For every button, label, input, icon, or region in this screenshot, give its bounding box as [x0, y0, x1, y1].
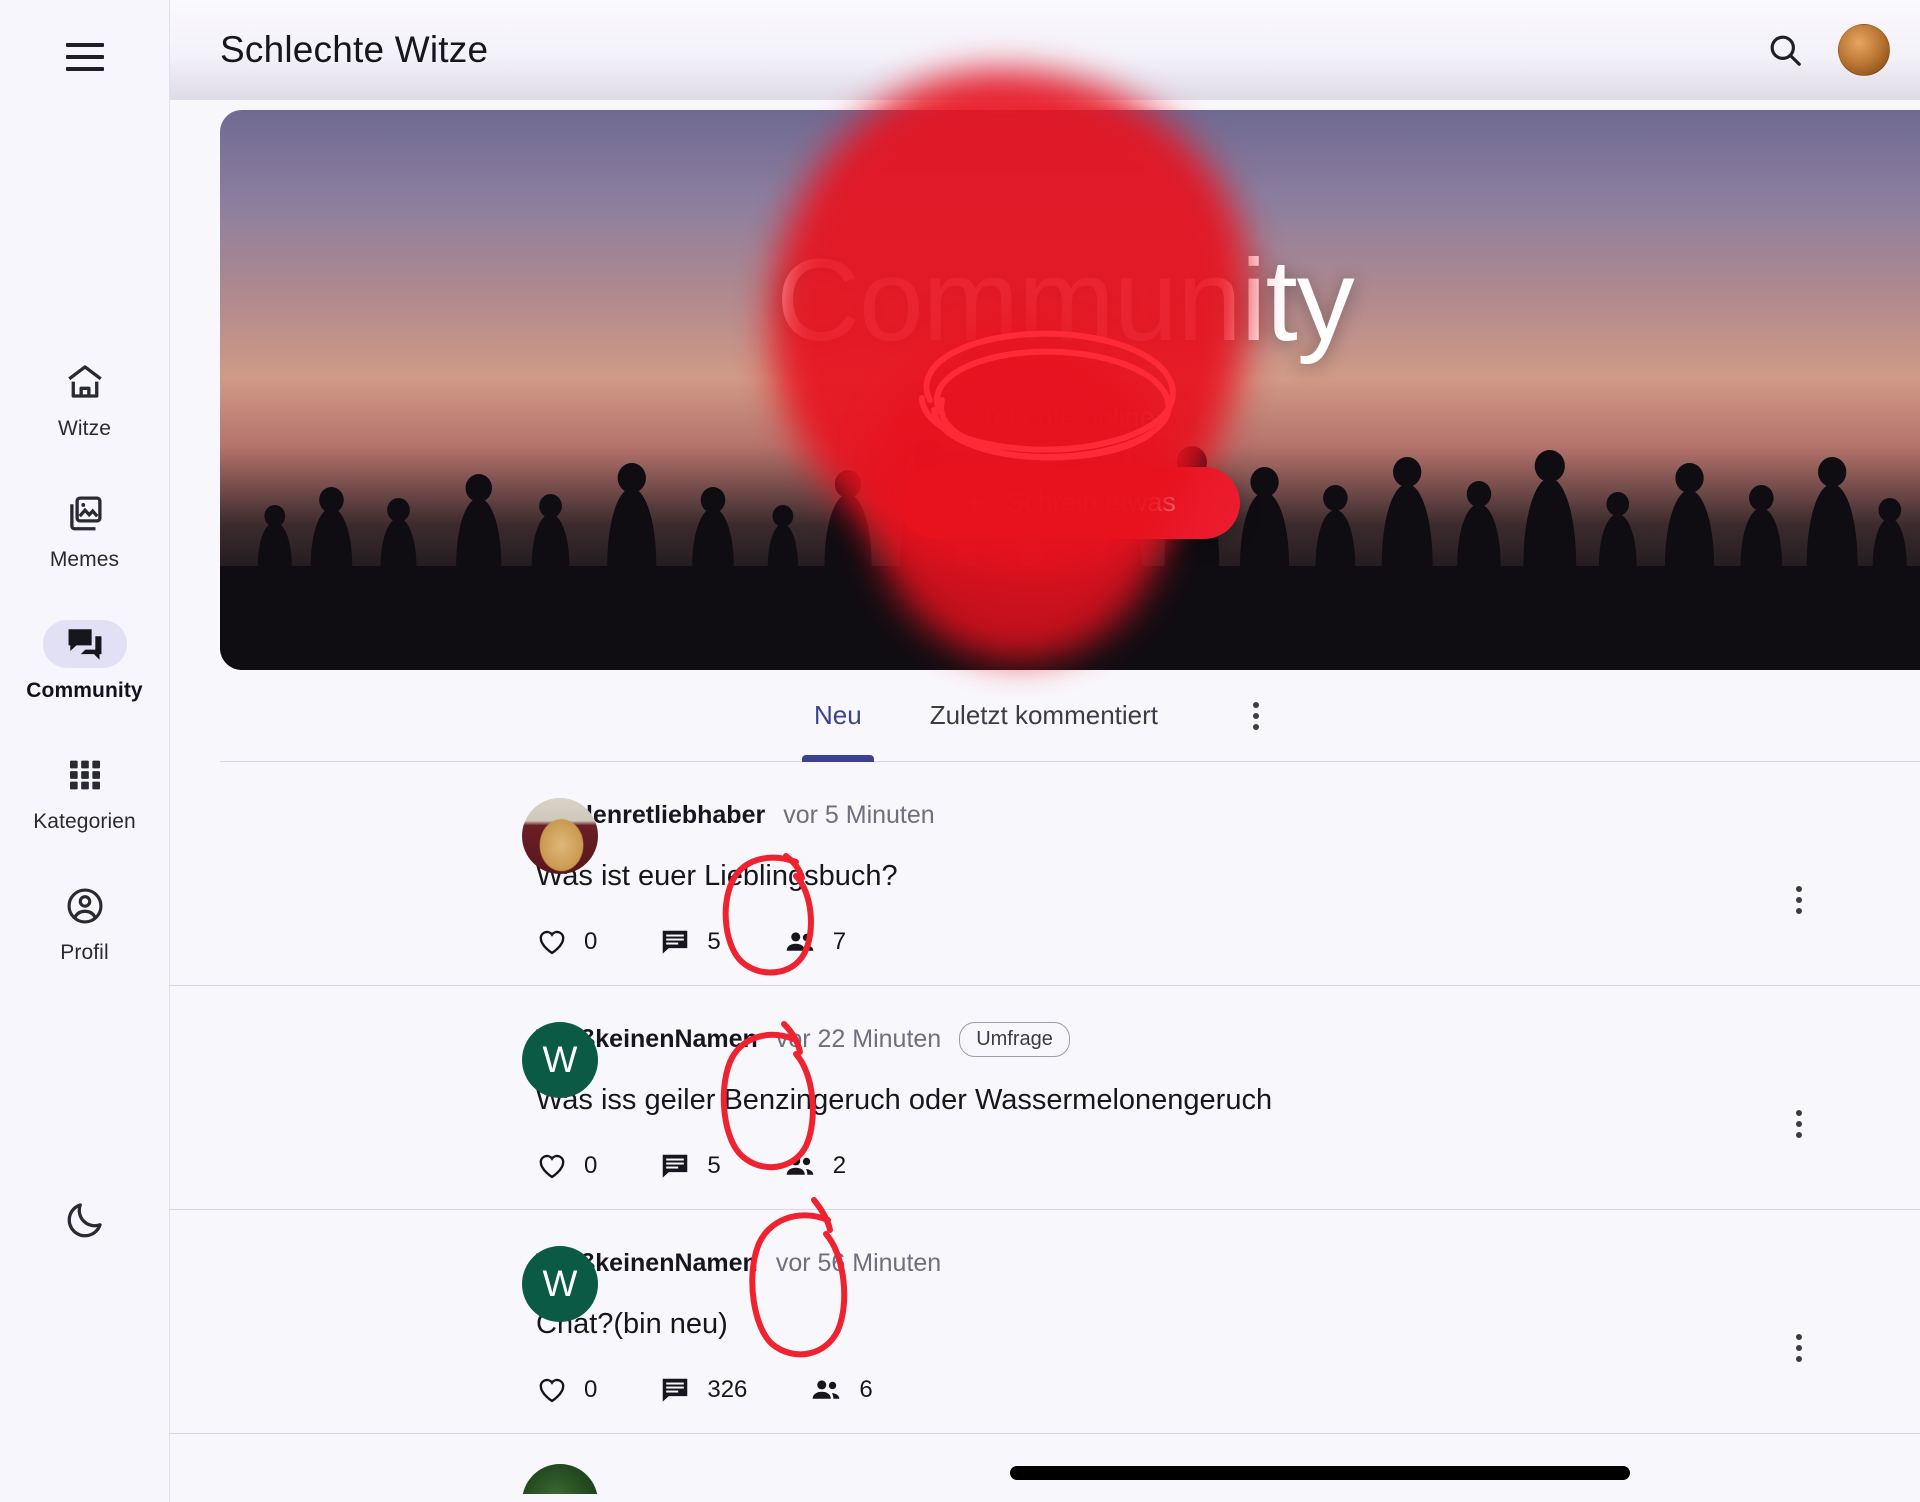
search-icon[interactable] — [1760, 25, 1810, 75]
comment-icon — [663, 1378, 688, 1402]
sidebar-item-label: Kategorien — [33, 810, 136, 833]
tab-neu[interactable]: Neu — [780, 670, 896, 762]
participants-count: 2 — [832, 1152, 847, 1179]
sidebar-nav: Witze Memes Community Kategorien Profil — [0, 358, 169, 965]
image-collection-icon — [43, 489, 127, 537]
plus-icon: + — [964, 483, 985, 522]
post-body: Goldenretliebhaber vor 5 Minuten Was ist… — [480, 796, 1800, 959]
sidebar-item-community[interactable]: Community — [0, 620, 169, 703]
more-vertical-icon[interactable] — [1226, 686, 1286, 746]
account-circle-icon — [43, 882, 127, 930]
like-count: 0 — [584, 928, 598, 955]
page-title: Schlechte Witze — [220, 29, 489, 70]
sidebar-item-profil[interactable]: Profil — [0, 882, 169, 965]
hero-title: Community — [776, 234, 1355, 365]
people-icon — [786, 1156, 814, 1175]
home-icon — [43, 358, 127, 406]
post-body: WeißkeinenNamen vor 56 Minuten Chat?(bin… — [480, 1244, 1800, 1407]
heart-icon — [539, 930, 565, 955]
comment-count: 326 — [707, 1376, 748, 1403]
avatar[interactable] — [522, 1464, 598, 1494]
online-count-label: 9 Leute online — [985, 401, 1155, 432]
comment-action[interactable]: 326 — [659, 1374, 747, 1406]
avatar[interactable]: W — [522, 1246, 598, 1322]
more-vertical-icon[interactable] — [1796, 885, 1802, 914]
comment-action[interactable]: 5 — [659, 1150, 721, 1182]
post-item[interactable]: Goldenretliebhaber vor 5 Minuten Was ist… — [170, 762, 1920, 986]
post-header: WeißkeinenNamen vor 22 Minuten Umfrage — [536, 1020, 1800, 1058]
post-timestamp: vor 5 Minuten — [783, 800, 935, 829]
write-post-label: Schreib etwas — [1006, 487, 1176, 517]
post-item[interactable]: W WeißkeinenNamen vor 22 Minuten Umfrage… — [170, 986, 1920, 1210]
post-actions: 0 326 6 — [536, 1373, 1800, 1407]
sidebar-item-witze[interactable]: Witze — [0, 358, 169, 441]
sidebar-item-memes[interactable]: Memes — [0, 489, 169, 572]
horizontal-scrollbar[interactable] — [1010, 1466, 1630, 1480]
hamburger-bar — [65, 67, 104, 71]
avatar-initial: W — [542, 1039, 578, 1080]
more-vertical-icon[interactable] — [1796, 1333, 1802, 1362]
avatar[interactable] — [1838, 24, 1890, 76]
status-badge: Umfrage — [959, 1021, 1070, 1057]
avatar[interactable] — [522, 798, 598, 874]
participants-count: 7 — [832, 928, 847, 955]
hero-banner: Community 9 Leute online + Schreib etwas — [220, 110, 1920, 670]
grid-apps-icon — [43, 751, 127, 799]
sidebar-item-label: Profil — [60, 941, 109, 964]
like-action[interactable]: 0 — [536, 1150, 597, 1182]
like-action[interactable]: 0 — [536, 1374, 597, 1406]
participants-count: 6 — [859, 1376, 873, 1403]
write-post-button[interactable]: + Schreib etwas — [900, 466, 1240, 539]
chat-bubbles-icon — [42, 620, 127, 668]
post-text: Chat?(bin neu) — [536, 1308, 728, 1340]
sidebar-item-label: Community — [26, 679, 143, 702]
like-count: 0 — [584, 1376, 598, 1403]
sidebar-item-label: Witze — [58, 417, 111, 440]
post-text: Was ist euer Lieblingsbuch? — [536, 860, 898, 892]
post-feed: Goldenretliebhaber vor 5 Minuten Was ist… — [170, 762, 1920, 1494]
comment-icon — [663, 930, 688, 954]
avatar-initial: W — [542, 1263, 578, 1304]
hero-content: Community 9 Leute online + Schreib etwas — [220, 110, 1920, 670]
post-item[interactable]: W WeißkeinenNamen vor 56 Minuten Chat?(b… — [170, 1210, 1920, 1434]
sidebar-item-kategorien[interactable]: Kategorien — [0, 751, 169, 834]
participants-action[interactable]: 2 — [783, 1149, 846, 1183]
post-header: Goldenretliebhaber vor 5 Minuten — [536, 796, 1800, 834]
sidebar-item-label: Memes — [49, 548, 120, 571]
app-root: Witze Memes Community Kategorien Profil … — [0, 0, 1920, 1502]
participants-action[interactable]: 6 — [809, 1373, 873, 1407]
comment-icon — [663, 1154, 688, 1178]
hamburger-bar — [65, 43, 104, 47]
more-vertical-icon[interactable] — [1796, 1109, 1802, 1138]
post-timestamp: vor 22 Minuten — [775, 1024, 942, 1053]
post-header: WeißkeinenNamen vor 56 Minuten — [536, 1244, 1800, 1282]
hero-wrapper: Community 9 Leute online + Schreib etwas — [170, 100, 1920, 670]
post-item[interactable] — [170, 1434, 1920, 1494]
heart-icon — [539, 1378, 565, 1403]
post-text: Was iss geiler Benzingeruch oder Wasserm… — [536, 1084, 1273, 1116]
people-icon — [786, 932, 814, 951]
post-timestamp: vor 56 Minuten — [775, 1248, 942, 1277]
post-actions: 0 5 — [536, 1149, 1800, 1183]
feed-tabs: Neu Zuletzt kommentiert — [220, 670, 1920, 762]
dark-mode-moon-icon[interactable] — [0, 1198, 169, 1242]
sidebar: Witze Memes Community Kategorien Profil — [0, 0, 170, 1502]
like-count: 0 — [584, 1152, 598, 1179]
topbar-actions — [1760, 24, 1890, 76]
tab-zuletzt-kommentiert[interactable]: Zuletzt kommentiert — [896, 670, 1192, 762]
people-icon — [813, 1380, 840, 1399]
like-action[interactable]: 0 — [536, 926, 597, 958]
comment-count: 5 — [707, 1152, 721, 1179]
main-content: Schlechte Witze Community 9 Leute online… — [170, 0, 1920, 1502]
participants-action[interactable]: 7 — [783, 925, 846, 959]
post-actions: 0 5 — [536, 925, 1800, 959]
comment-action[interactable]: 5 — [659, 926, 721, 958]
comment-count: 5 — [707, 928, 721, 955]
avatar[interactable]: W — [522, 1022, 598, 1098]
heart-icon — [539, 1154, 565, 1179]
hamburger-menu-icon[interactable] — [54, 26, 116, 88]
hamburger-bar — [65, 55, 104, 59]
topbar: Schlechte Witze — [170, 0, 1920, 100]
post-body: WeißkeinenNamen vor 22 Minuten Umfrage W… — [480, 1020, 1800, 1183]
